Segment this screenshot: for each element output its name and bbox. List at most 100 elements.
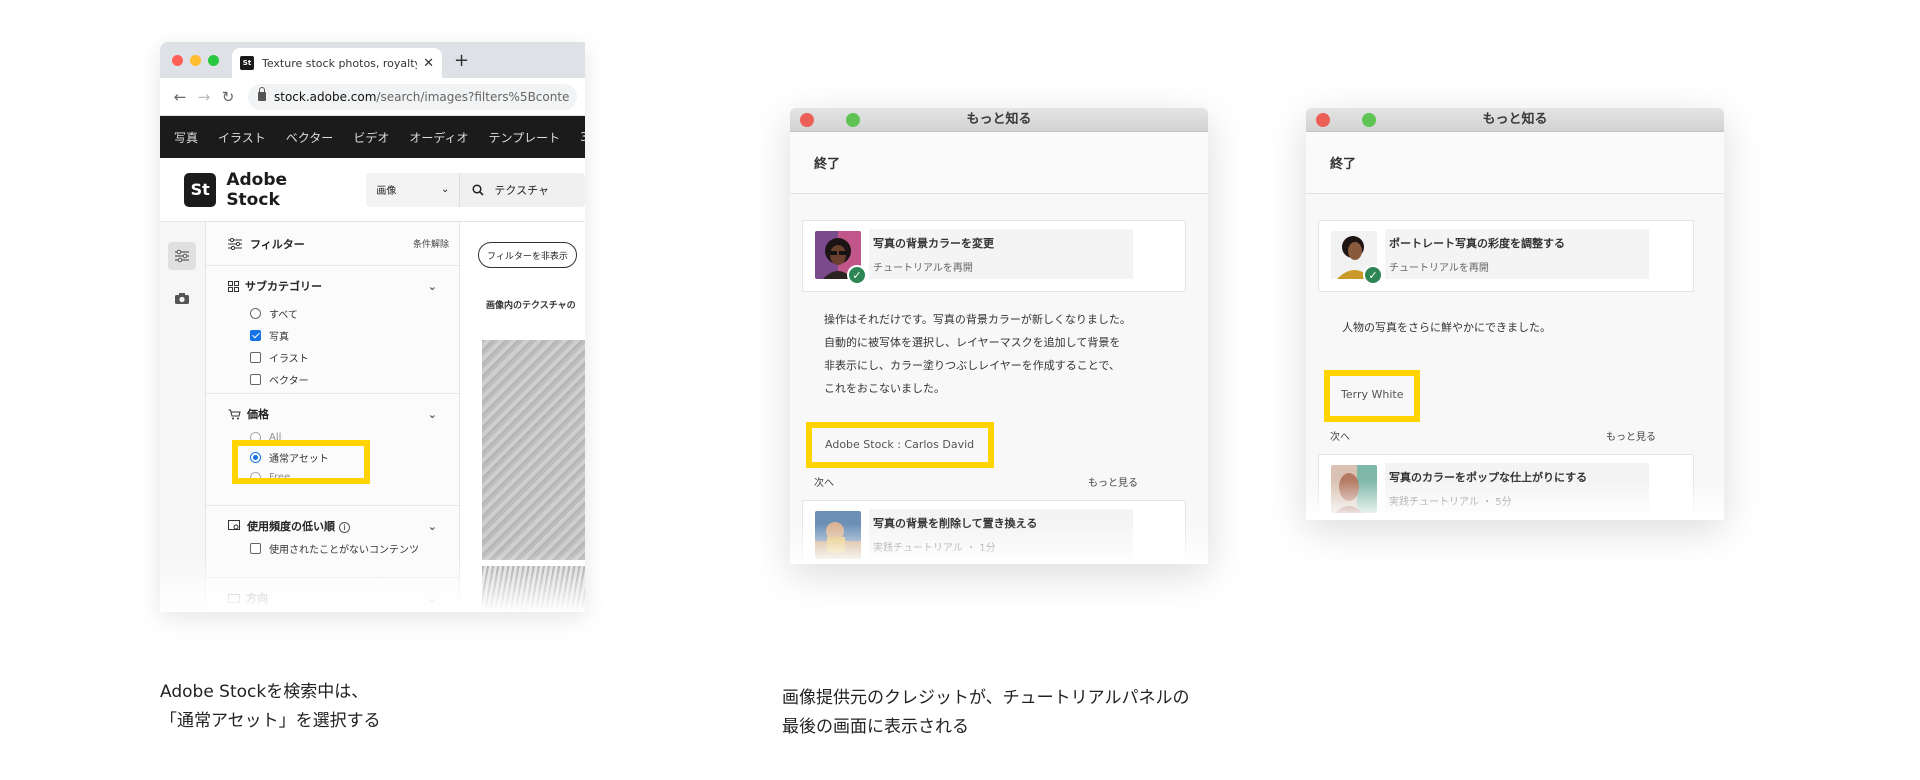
checkbox-icon[interactable] <box>250 543 261 554</box>
option-label: イラスト <box>269 354 309 365</box>
close-window-icon[interactable] <box>172 55 183 66</box>
caption-line: 「通常アセット」を選択する <box>160 711 381 731</box>
card-title: 写真の背景を削除して置き換える <box>873 517 1038 530</box>
forward-arrow-icon[interactable]: → <box>192 88 216 106</box>
checkbox-icon[interactable] <box>250 374 261 385</box>
browser-window: St Texture stock photos, royalty-f ✕ + ←… <box>160 42 585 612</box>
clear-filters-button[interactable]: 条件解除 <box>413 237 449 250</box>
chevron-down-icon[interactable]: ⌄ <box>428 520 437 533</box>
subcategory-option-all[interactable]: すべて <box>250 306 449 321</box>
close-tab-icon[interactable]: ✕ <box>423 56 434 71</box>
brand-name[interactable]: Adobe Stock <box>226 170 340 210</box>
card-subtitle: チュートリアルを再開 <box>1389 263 1489 274</box>
tutorial-thumbnail <box>815 511 861 559</box>
chevron-down-icon[interactable]: ⌄ <box>428 280 437 293</box>
next-link[interactable]: 次へ <box>1330 428 1350 443</box>
subcategory-option-vector[interactable]: ベクター <box>250 372 449 387</box>
done-button[interactable]: 終了 <box>790 132 1208 194</box>
minimize-window-icon[interactable] <box>190 55 201 66</box>
topnav-item-audio[interactable]: オーディオ <box>409 129 468 146</box>
message-line: 自動的に被写体を選択し、レイヤーマスクを追加して背景を <box>824 336 1121 349</box>
topnav-item-template[interactable]: テンプレート <box>489 129 561 146</box>
tutorial-card[interactable]: ✓ ポートレート写真の彩度を調整する チュートリアルを再開 <box>1318 220 1694 292</box>
media-type-value: 画像 <box>376 186 397 197</box>
url-path: /search/images?filters%5Bconte <box>376 89 570 104</box>
image-credit: Adobe Stock : Carlos David <box>825 438 975 451</box>
card-subtitle: 実践チュートリアル ・ 1分 <box>873 543 996 554</box>
usage-title: 使用頻度の低い順 i <box>247 518 428 534</box>
zoom-window-icon[interactable] <box>208 55 219 66</box>
media-type-select[interactable]: 画像 ⌄ <box>366 172 461 207</box>
info-icon[interactable]: i <box>338 522 350 533</box>
window-title: もっと知る <box>1482 112 1548 127</box>
completion-message: 人物の写真をさらに鮮やかにできました。 <box>1342 316 1551 339</box>
zoom-window-icon[interactable] <box>1362 113 1376 127</box>
tutorial-card[interactable]: ✓ 写真の背景カラーを変更 チュートリアルを再開 <box>802 220 1186 292</box>
url-domain: stock.adobe.com <box>274 89 377 104</box>
topnav-item-vector[interactable]: ベクター <box>286 129 334 146</box>
camera-icon[interactable] <box>168 284 196 312</box>
filter-title: フィルター <box>250 237 305 251</box>
subcategory-option-illustration[interactable]: イラスト <box>250 350 449 365</box>
filter-sliders-icon[interactable] <box>168 242 196 270</box>
reload-icon[interactable]: ↻ <box>216 88 240 106</box>
topnav-item-illustration[interactable]: イラスト <box>218 129 266 146</box>
url-field[interactable]: stock.adobe.com/search/images?filters%5B… <box>248 83 577 110</box>
check-badge-icon: ✓ <box>1363 265 1383 285</box>
tutorial-card[interactable]: 写真のカラーをポップな仕上がりにする 実践チュートリアル ・ 5分 <box>1318 454 1694 520</box>
browser-tab[interactable]: St Texture stock photos, royalty-f ✕ <box>232 48 442 78</box>
orientation-section: 方向 ⌄ <box>206 578 459 612</box>
card-text: 写真のカラーをポップな仕上がりにする 実践チュートリアル ・ 5分 <box>1385 463 1649 513</box>
address-bar: ← → ↻ stock.adobe.com/search/images?filt… <box>160 78 585 116</box>
results-label: 画像内のテクスチャの <box>486 301 576 311</box>
usage-section: 使用頻度の低い順 i ⌄ 使用されたことがないコンテンツ <box>206 506 459 578</box>
card-title: ポートレート写真の彩度を調整する <box>1389 237 1565 250</box>
checkbox-checked-icon[interactable] <box>250 330 261 341</box>
nav-row: 次へ もっと見る <box>814 474 1138 489</box>
subcategory-option-photo[interactable]: 写真 <box>250 328 449 343</box>
stock-top-nav: 写真 イラスト ベクター ビデオ オーディオ テンプレート 3D <box>160 116 585 158</box>
topnav-item-3d[interactable]: 3D <box>580 130 585 144</box>
completion-message: 操作はそれだけです。写真の背景カラーが新しくなりました。 自動的に被写体を選択し… <box>824 308 1131 400</box>
filter-panel-header: フィルター 条件解除 <box>206 222 459 266</box>
checkbox-icon[interactable] <box>250 352 261 363</box>
card-text: 写真の背景を削除して置き換える 実践チュートリアル ・ 1分 <box>869 509 1133 559</box>
orientation-title: 方向 <box>246 592 268 605</box>
search-input[interactable]: テクスチャ <box>460 173 585 207</box>
topnav-item-photo[interactable]: 写真 <box>174 129 198 146</box>
new-tab-button[interactable]: + <box>454 50 469 71</box>
texture-thumbnail[interactable] <box>482 566 585 612</box>
back-arrow-icon[interactable]: ← <box>168 88 192 106</box>
filter-panel: フィルター 条件解除 サブカテゴリー ⌄ すべて 写真 イラスト ベクター 価格 <box>206 222 460 612</box>
see-more-link[interactable]: もっと見る <box>1606 428 1656 443</box>
adobe-stock-logo[interactable]: St <box>184 172 217 207</box>
caption-left: Adobe Stockを検索中は、 「通常アセット」を選択する <box>160 678 381 736</box>
tutorial-card[interactable]: 写真の背景を削除して置き換える 実践チュートリアル ・ 1分 <box>802 500 1186 564</box>
subcategory-section: サブカテゴリー ⌄ すべて 写真 イラスト ベクター <box>206 266 459 394</box>
next-link[interactable]: 次へ <box>814 474 834 489</box>
radio-icon[interactable] <box>250 308 261 319</box>
caption-middle: 画像提供元のクレジットが、チュートリアルパネルの 最後の画面に表示される <box>782 684 1190 742</box>
highlight-box-standard-asset <box>232 440 370 484</box>
see-more-link[interactable]: もっと見る <box>1088 474 1138 489</box>
filter-sliders-icon <box>228 237 242 250</box>
window-title-bar: もっと知る <box>1306 108 1724 132</box>
search-icon <box>472 183 484 196</box>
chevron-down-icon[interactable]: ⌄ <box>428 592 437 605</box>
chevron-down-icon[interactable]: ⌄ <box>428 408 437 421</box>
close-window-icon[interactable] <box>800 113 814 127</box>
orientation-icon <box>228 593 240 603</box>
usage-option-unused[interactable]: 使用されたことがないコンテンツ <box>250 541 449 556</box>
done-button[interactable]: 終了 <box>1306 132 1724 194</box>
search-value: テクスチャ <box>494 183 549 197</box>
texture-thumbnail[interactable] <box>482 340 585 560</box>
zoom-window-icon[interactable] <box>846 113 860 127</box>
topnav-item-video[interactable]: ビデオ <box>353 129 389 146</box>
price-title: 価格 <box>247 408 269 421</box>
tab-strip: St Texture stock photos, royalty-f ✕ + <box>160 42 585 78</box>
close-window-icon[interactable] <box>1316 113 1330 127</box>
caption-line: Adobe Stockを検索中は、 <box>160 682 369 702</box>
usage-title-text: 使用頻度の低い順 <box>247 520 335 533</box>
results-area: フィルターを非表示 画像内のテクスチャの <box>460 222 585 612</box>
hide-filter-button[interactable]: フィルターを非表示 <box>478 242 577 268</box>
